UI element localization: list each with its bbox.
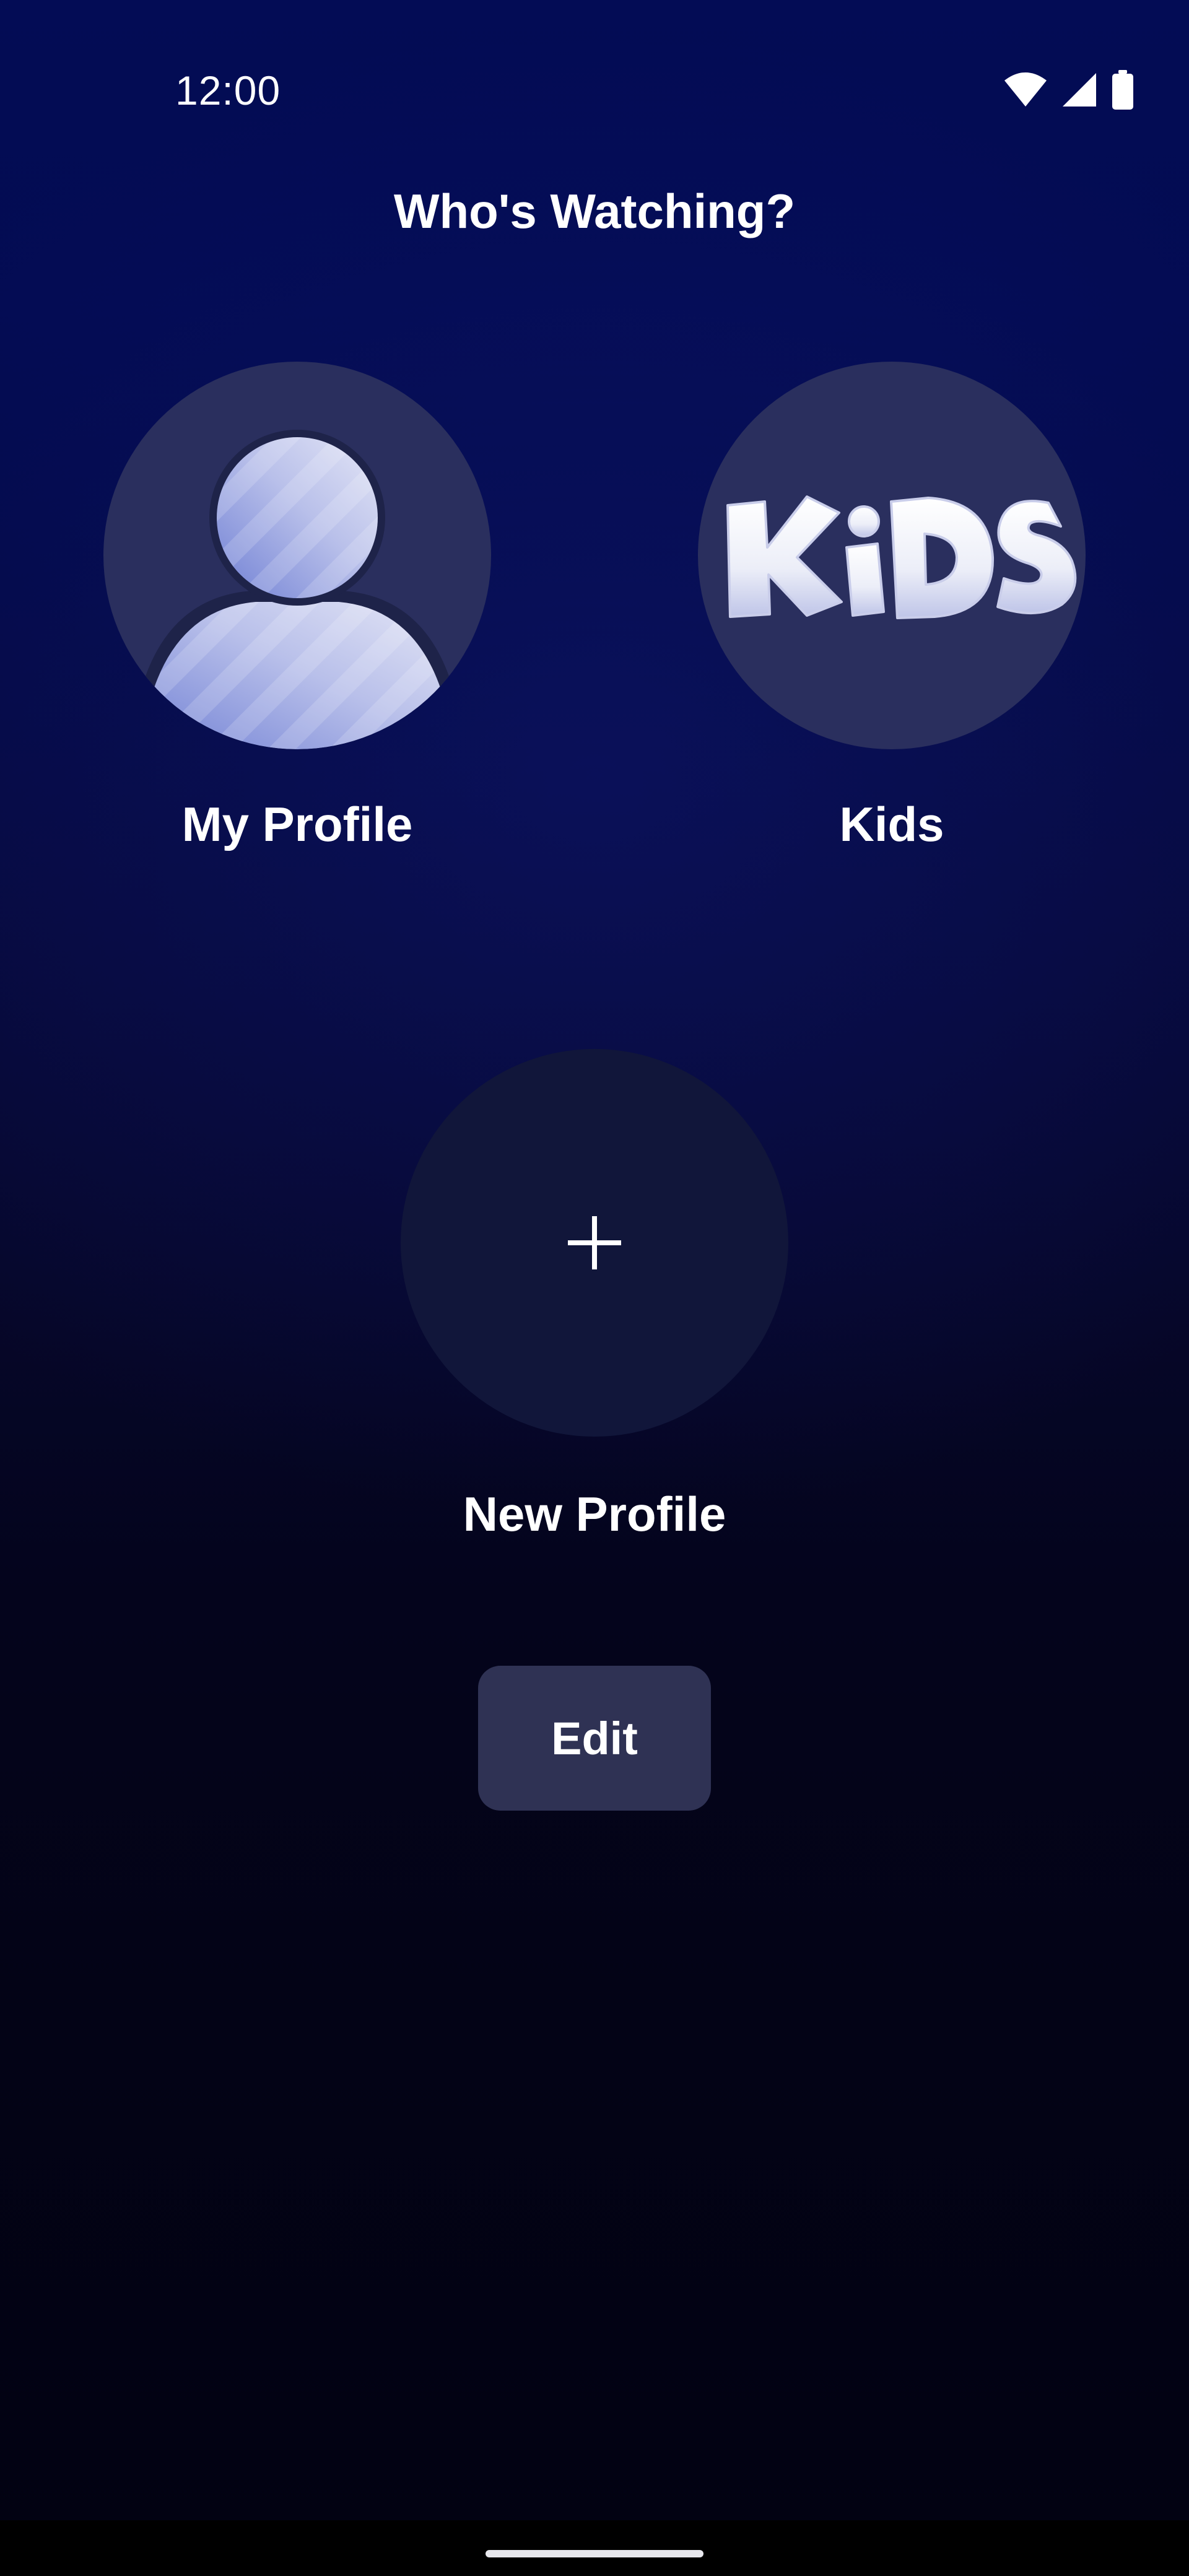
profile-label: New Profile [463,1487,726,1541]
edit-button[interactable]: Edit [478,1666,711,1811]
battery-icon [1111,70,1135,110]
status-icons [1003,69,1135,110]
home-indicator[interactable] [486,2550,703,2557]
plus-icon [568,1216,621,1269]
profile-avatar[interactable] [103,362,491,749]
new-profile-button[interactable] [401,1049,788,1437]
wifi-icon [1003,72,1048,108]
profile-my-profile[interactable]: My Profile [99,362,495,853]
profile-new-profile[interactable]: New Profile [396,1049,793,1543]
kids-logo-icon [726,495,1077,619]
page-title: Who's Watching? [393,184,796,238]
person-avatar-icon [139,430,455,749]
profile-kids[interactable]: Kids [694,362,1090,853]
profile-label: Kids [839,797,944,851]
profile-avatar[interactable] [698,362,1086,749]
status-bar: 12:00 [0,0,1189,186]
profile-label: My Profile [181,797,413,851]
navigation-bar [0,2520,1189,2576]
status-time: 12:00 [175,67,281,113]
cellular-signal-icon [1061,72,1097,108]
